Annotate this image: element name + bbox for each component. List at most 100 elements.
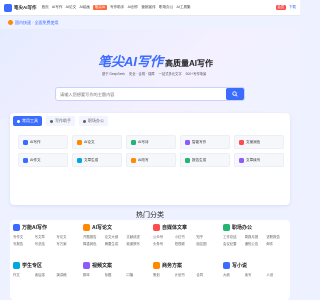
category-links: 开题报告 论文大纲 文献综述降重润色 摘要生成 致谢撰写 xyxy=(83,234,147,246)
category-card: AI写论文开题报告 论文大纲 文献综述降重润色 摘要生成 致谢撰写 xyxy=(80,220,150,256)
nav-item-ai-write[interactable]: AI写作 xyxy=(52,5,63,10)
category-link[interactable]: 口播 xyxy=(126,272,147,277)
tool-item[interactable]: AI写作 xyxy=(18,135,68,149)
media-icon xyxy=(153,224,160,231)
category-link[interactable]: 计划书 xyxy=(175,272,196,277)
category-link[interactable]: 开题报告 xyxy=(83,234,104,239)
nav-item-office[interactable]: 职场办公 xyxy=(159,5,173,10)
logo[interactable]: 笔尖AI写作 xyxy=(4,3,37,12)
tool-item[interactable]: 文案润色 xyxy=(234,135,284,149)
category-link[interactable]: 通知公告 xyxy=(245,241,266,246)
category-link[interactable]: 致谢撰写 xyxy=(126,241,147,246)
tool-label: 智能写作 xyxy=(192,139,207,144)
nav-item-marketing[interactable]: 营销宣传 xyxy=(141,5,155,10)
category-link[interactable]: 写总结 xyxy=(35,241,56,246)
category-link[interactable]: 写文章 xyxy=(35,234,56,239)
hero-subtitle: 高质量AI写作 xyxy=(165,59,214,68)
tab-office[interactable]: 职场办公 xyxy=(79,116,108,126)
tool-item[interactable]: 报告生成 xyxy=(180,153,230,167)
tool-item[interactable]: AI论文 xyxy=(72,135,122,149)
download-link[interactable]: 下载 xyxy=(289,5,296,10)
category-link[interactable]: 论文大纲 xyxy=(105,234,126,239)
tool-item[interactable]: AI写诗 xyxy=(126,135,176,149)
category-link[interactable]: 会议纪要 xyxy=(223,241,244,246)
nav-item-create[interactable]: AI创作 xyxy=(128,5,139,10)
category-link[interactable]: 述职报告 xyxy=(266,234,287,239)
search-input[interactable] xyxy=(60,91,210,97)
category-link[interactable]: 小红书 xyxy=(175,234,196,239)
category-head[interactable]: 万能AI写作 xyxy=(13,224,77,231)
tool-item[interactable]: 文章生成 xyxy=(72,153,122,167)
category-link[interactable]: 续写 xyxy=(245,272,266,277)
tab-writing-assistant[interactable]: 写作助手 xyxy=(46,116,75,126)
category-link[interactable]: 邮件 xyxy=(266,241,287,246)
category-link[interactable]: 脚本 xyxy=(83,272,104,277)
write-icon xyxy=(23,139,28,145)
tab-common-tools[interactable]: 常用工具 xyxy=(13,116,42,126)
category-link[interactable]: 读后感 xyxy=(35,272,56,277)
category-link[interactable]: 标题 xyxy=(105,272,126,277)
continue-icon xyxy=(239,157,244,163)
tool-item[interactable]: AI作文 xyxy=(18,153,68,167)
category-link[interactable]: 工作总结 xyxy=(223,234,244,239)
category-head[interactable]: 职场办公 xyxy=(223,224,287,231)
category-link[interactable]: 写方案 xyxy=(56,241,77,246)
search-button[interactable] xyxy=(226,88,244,100)
tool-label: AI作文 xyxy=(30,157,41,162)
category-link[interactable]: 摘要生成 xyxy=(105,241,126,246)
category-link[interactable]: 写论文 xyxy=(56,234,77,239)
tool-item[interactable]: 文章续写 xyxy=(234,153,284,167)
category-card: 商务方案策划 计划书 合同 xyxy=(150,258,220,294)
member-badge[interactable]: 会员 xyxy=(275,5,286,10)
article-icon xyxy=(77,157,82,163)
category-link[interactable]: 演讲稿 xyxy=(56,272,77,277)
tool-item[interactable]: 智能写作 xyxy=(180,135,230,149)
category-card: 写小说大纲 续写 人设 xyxy=(220,258,290,294)
category-head[interactable]: 视频文案 xyxy=(83,262,147,269)
category-card: 视频文案脚本 标题 口播 xyxy=(80,258,150,294)
nav-item-tools[interactable]: AI工具集 xyxy=(176,5,190,10)
category-head[interactable]: 学生专区 xyxy=(13,262,77,269)
category-name: 职场办公 xyxy=(232,225,253,231)
category-link[interactable]: 人设 xyxy=(266,272,287,277)
category-name: 商务方案 xyxy=(162,263,183,269)
nav-item-assistant[interactable]: 写作助手 xyxy=(110,5,124,10)
category-card: 万能AI写作 写作文 写文章 写论文写报告 写总结 写方案 xyxy=(10,220,80,256)
nav-item-brand[interactable]: 笔尖AI xyxy=(93,5,107,10)
hero-tag: 一站式多元文字 xyxy=(158,72,182,76)
nav-item-ai-draw[interactable]: AI绘画 xyxy=(79,5,90,10)
category-links: 脚本 标题 口播 xyxy=(83,272,147,277)
nav-item-home[interactable]: 首页 xyxy=(42,5,49,10)
category-link[interactable]: 写报告 xyxy=(13,241,34,246)
category-link[interactable]: 头条号 xyxy=(153,241,174,246)
notice-text[interactable]: 国内快速 · 全面免费使用 xyxy=(15,20,59,26)
hero-brand: 笔尖AI写作 xyxy=(98,54,164,69)
category-head[interactable]: 自媒体文章 xyxy=(153,224,217,231)
business-icon xyxy=(153,262,160,269)
tab-label: 常用工具 xyxy=(22,118,38,123)
tool-item[interactable]: AI改写 xyxy=(126,153,176,167)
category-link[interactable]: 降重润色 xyxy=(83,241,104,246)
category-link[interactable]: 合同 xyxy=(196,272,217,277)
category-head[interactable]: AI写论文 xyxy=(83,224,147,231)
category-link[interactable]: 大纲 xyxy=(223,272,244,277)
category-link[interactable]: 作文 xyxy=(13,272,34,277)
category-link[interactable]: 周报月报 xyxy=(245,234,266,239)
category-head[interactable]: 写小说 xyxy=(223,262,287,269)
polish-icon xyxy=(239,139,244,145)
category-link[interactable]: 短视频 xyxy=(175,241,196,246)
category-link[interactable]: 文献综述 xyxy=(126,234,147,239)
category-link[interactable]: 知乎 xyxy=(196,234,217,239)
nav-item-ai-paper[interactable]: AI论文 xyxy=(66,5,77,10)
tool-label: 报告生成 xyxy=(192,157,207,162)
tool-label: 文案润色 xyxy=(246,139,261,144)
category-link[interactable]: 写作文 xyxy=(13,234,34,239)
category-link[interactable]: 公众号 xyxy=(153,234,174,239)
category-links: 工作总结 周报月报 述职报告会议纪要 通知公告 邮件 xyxy=(223,234,287,246)
thesis-icon xyxy=(83,224,90,231)
category-name: 学生专区 xyxy=(22,263,43,269)
tools-panel: 常用工具 写作助手 职场办公 AI写作 AI论文 AI写诗 智能写作 文案润色 AI作文 文… xyxy=(10,113,290,205)
category-head[interactable]: 商务方案 xyxy=(153,262,217,269)
category-link[interactable]: 策划 xyxy=(153,272,174,277)
category-link[interactable]: 朋友圈 xyxy=(196,241,217,246)
